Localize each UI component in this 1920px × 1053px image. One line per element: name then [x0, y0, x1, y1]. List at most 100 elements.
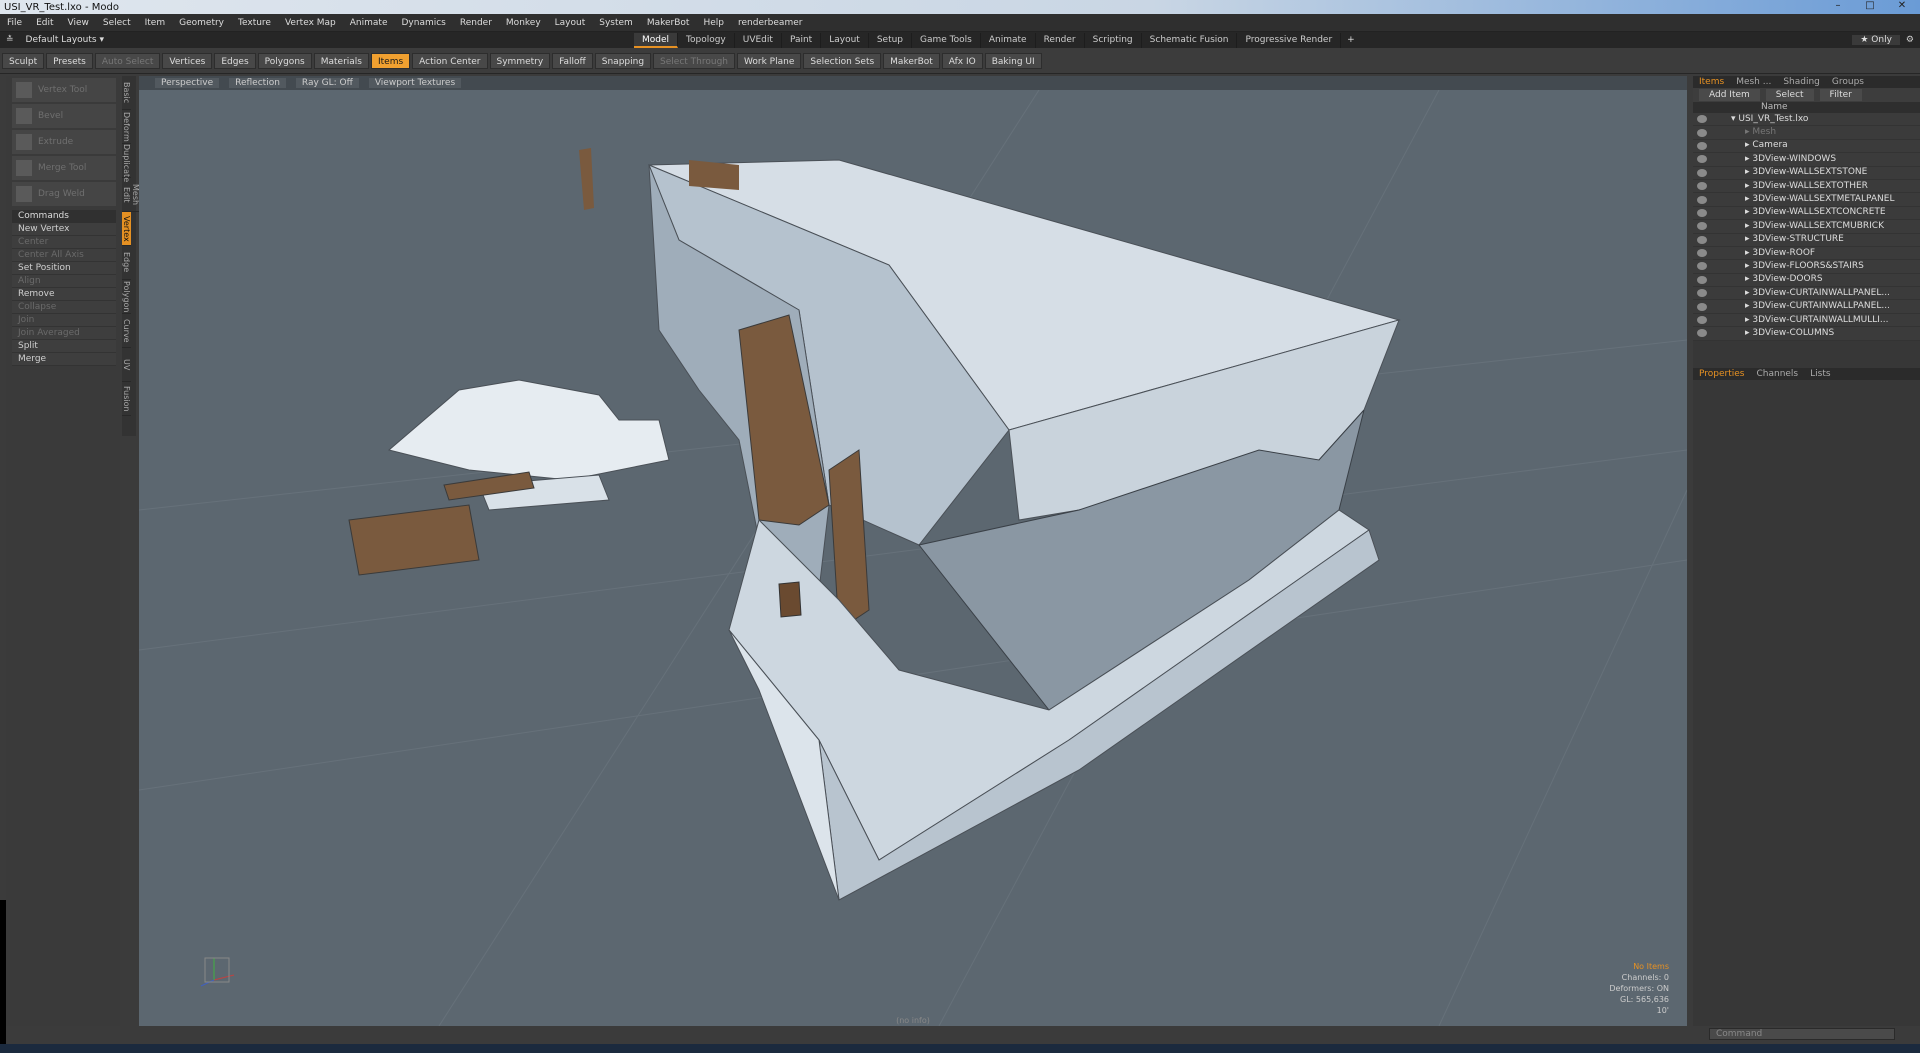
- command-set-position[interactable]: Set Position: [12, 262, 116, 275]
- add-layout-icon[interactable]: +: [1341, 35, 1361, 45]
- toolbar-afx-io-button[interactable]: Afx IO: [941, 52, 983, 69]
- toolbar-snapping-button[interactable]: Snapping: [594, 52, 652, 69]
- menu-monkey[interactable]: Monkey: [499, 18, 548, 28]
- visibility-eye-icon[interactable]: [1697, 222, 1707, 231]
- tab-shading[interactable]: Shading: [1777, 76, 1826, 88]
- tab-groups[interactable]: Groups: [1826, 76, 1870, 88]
- toolbar-materials-button[interactable]: Materials: [313, 52, 369, 69]
- command-center-all-axis[interactable]: Center All Axis: [12, 249, 116, 262]
- command-split[interactable]: Split: [12, 340, 116, 353]
- vtab-deform[interactable]: Deform: [122, 110, 131, 144]
- visibility-eye-icon[interactable]: [1697, 195, 1707, 204]
- visibility-eye-icon[interactable]: [1697, 329, 1707, 338]
- command-merge[interactable]: Merge: [12, 353, 116, 366]
- visibility-eye-icon[interactable]: [1697, 275, 1707, 284]
- menu-system[interactable]: System: [592, 18, 640, 28]
- drag-weld-button[interactable]: Drag Weld: [12, 182, 116, 206]
- toolbar-polygons-button[interactable]: Polygons: [257, 52, 312, 69]
- tree-row[interactable]: ▸ 3DView-WALLSEXTSTONE: [1693, 166, 1920, 180]
- tab-animate[interactable]: Animate: [981, 32, 1036, 48]
- viewport-viewport-textures-button[interactable]: Viewport Textures: [368, 78, 462, 88]
- tree-row[interactable]: ▸ Camera: [1693, 139, 1920, 154]
- vtab-edge[interactable]: Edge: [122, 246, 131, 280]
- tree-row[interactable]: ▸ 3DView-CURTAINWALLMULLI...: [1693, 313, 1920, 328]
- viewport-reflection-button[interactable]: Reflection: [229, 78, 286, 88]
- menu-renderbeamer[interactable]: renderbeamer: [731, 18, 809, 28]
- toolbar-edges-button[interactable]: Edges: [214, 52, 256, 69]
- tab-schematic-fusion[interactable]: Schematic Fusion: [1142, 32, 1238, 48]
- menu-dynamics[interactable]: Dynamics: [394, 18, 452, 28]
- extrude-button[interactable]: Extrude: [12, 130, 116, 154]
- toolbar-items-button[interactable]: Items: [370, 52, 411, 69]
- toolbar-action-center-button[interactable]: Action Center: [412, 52, 488, 69]
- tree-row[interactable]: ▸ 3DView-CURTAINWALLPANEL...: [1693, 300, 1920, 314]
- tab-game-tools[interactable]: Game Tools: [912, 32, 981, 48]
- menu-select[interactable]: Select: [96, 18, 138, 28]
- 3d-viewport[interactable]: Perspective Reflection Ray GL: Off Viewport…: [139, 76, 1687, 1026]
- tree-row[interactable]: ▸ 3DView-WALLSEXTOTHER: [1693, 179, 1920, 194]
- command-join-averaged[interactable]: Join Averaged: [12, 327, 116, 340]
- tab-topology[interactable]: Topology: [678, 32, 735, 48]
- tab-setup[interactable]: Setup: [869, 32, 913, 48]
- menu-file[interactable]: File: [0, 18, 29, 28]
- visibility-eye-icon[interactable]: [1697, 302, 1707, 311]
- toolbar-falloff-button[interactable]: Falloff: [552, 52, 593, 69]
- vtab-fusion[interactable]: Fusion: [122, 382, 131, 416]
- visibility-eye-icon[interactable]: [1697, 128, 1707, 137]
- visibility-eye-icon[interactable]: [1697, 168, 1707, 177]
- vertex-tool-button[interactable]: Vertex Tool: [12, 78, 116, 102]
- tree-row[interactable]: ▸ 3DView-FLOORS&STAIRS: [1693, 260, 1920, 274]
- visibility-eye-icon[interactable]: [1697, 115, 1707, 124]
- visibility-eye-icon[interactable]: [1697, 316, 1707, 325]
- tab-paint[interactable]: Paint: [782, 32, 822, 48]
- toolbar-work-plane-button[interactable]: Work Plane: [737, 52, 802, 69]
- maximize-icon[interactable]: □: [1858, 0, 1882, 14]
- tab-items[interactable]: Items: [1693, 76, 1730, 88]
- vtab-vertex[interactable]: Vertex: [122, 212, 131, 246]
- tree-row[interactable]: ▾ USI_VR_Test.lxo: [1693, 113, 1920, 127]
- visibility-eye-icon[interactable]: [1697, 235, 1707, 244]
- toolbar-auto-select-button[interactable]: Auto Select: [94, 52, 161, 69]
- menu-render[interactable]: Render: [453, 18, 499, 28]
- toolbar-selection-sets-button[interactable]: Selection Sets: [803, 52, 882, 69]
- toolbar-symmetry-button[interactable]: Symmetry: [489, 52, 551, 69]
- visibility-eye-icon[interactable]: [1697, 289, 1707, 298]
- toolbar-select-through-button[interactable]: Select Through: [653, 52, 736, 69]
- visibility-eye-icon[interactable]: [1697, 262, 1707, 271]
- tree-row[interactable]: ▸ 3DView-WALLSEXTMETALPANEL: [1693, 193, 1920, 207]
- visibility-eye-icon[interactable]: [1697, 155, 1707, 164]
- vtab-curve[interactable]: Curve: [122, 314, 131, 348]
- menu-item[interactable]: Item: [138, 18, 173, 28]
- menu-view[interactable]: View: [61, 18, 96, 28]
- bevel-button[interactable]: Bevel: [12, 104, 116, 128]
- visibility-eye-icon[interactable]: [1697, 249, 1707, 258]
- vtab-uv[interactable]: UV: [122, 348, 131, 382]
- viewport-ray-gl-off-button[interactable]: Ray GL: Off: [295, 78, 359, 88]
- tab-model[interactable]: Model: [633, 32, 678, 48]
- command-align[interactable]: Align: [12, 275, 116, 288]
- command-input[interactable]: Command: [1709, 1028, 1895, 1040]
- gear-icon[interactable]: ⚙: [1900, 35, 1920, 45]
- visibility-eye-icon[interactable]: [1697, 182, 1707, 191]
- tree-row[interactable]: ▸ 3DView-WALLSEXTCONCRETE: [1693, 206, 1920, 221]
- home-icon[interactable]: ≛: [0, 35, 20, 45]
- tab-layout[interactable]: Layout: [821, 32, 869, 48]
- toolbar-vertices-button[interactable]: Vertices: [162, 52, 213, 69]
- select-button[interactable]: Select: [1765, 89, 1814, 101]
- tab-progressive-render[interactable]: Progressive Render: [1237, 32, 1342, 48]
- command-join[interactable]: Join: [12, 314, 116, 327]
- menu-help[interactable]: Help: [696, 18, 731, 28]
- only-toggle[interactable]: ★ Only: [1852, 35, 1900, 45]
- layout-dropdown[interactable]: Default Layouts ▾: [20, 35, 112, 45]
- visibility-eye-icon[interactable]: [1697, 141, 1707, 150]
- menu-texture[interactable]: Texture: [231, 18, 278, 28]
- tab-lists[interactable]: Lists: [1804, 368, 1836, 380]
- viewport-perspective-button[interactable]: Perspective: [155, 78, 220, 88]
- menu-edit[interactable]: Edit: [29, 18, 60, 28]
- tab-uvedit[interactable]: UVEdit: [735, 32, 782, 48]
- toolbar-presets-button[interactable]: Presets: [46, 52, 93, 69]
- tree-row[interactable]: ▸ 3DView-WALLSEXTCMUBRICK: [1693, 220, 1920, 234]
- command-collapse[interactable]: Collapse: [12, 301, 116, 314]
- tree-row[interactable]: ▸ 3DView-CURTAINWALLPANEL...: [1693, 287, 1920, 301]
- tree-row[interactable]: ▸ Mesh: [1693, 126, 1920, 140]
